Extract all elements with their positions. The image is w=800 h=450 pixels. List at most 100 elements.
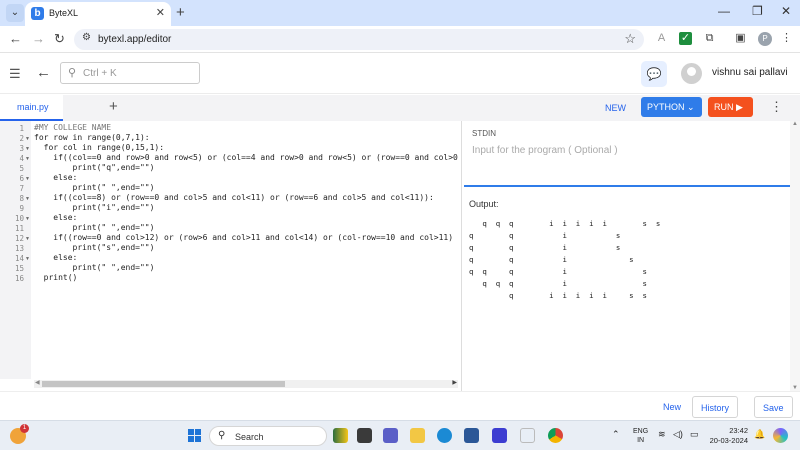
history-button[interactable]: History <box>692 396 739 418</box>
scroll-thumb[interactable] <box>42 381 285 387</box>
code-line: print(" ",end="") <box>34 263 155 272</box>
site-info-icon[interactable]: ⚙ <box>82 32 91 43</box>
fold-arrow-icon[interactable]: ▼ <box>25 216 30 222</box>
taskbar-search-label: Search <box>235 432 264 442</box>
file-explorer-icon[interactable] <box>410 428 425 443</box>
notification-bell-icon[interactable]: 🔔 <box>754 429 765 440</box>
output-line: q q q i s <box>469 279 647 288</box>
fold-arrow-icon[interactable]: ▼ <box>25 176 30 182</box>
copilot-color-icon[interactable] <box>773 428 788 443</box>
code-line: print("q",end="") <box>34 163 155 172</box>
tab-search-button[interactable]: ⌄ <box>6 4 24 22</box>
battery-icon[interactable]: ▭ <box>690 429 699 440</box>
search-icon: ⚲ <box>218 430 226 441</box>
vertical-scrollbar[interactable]: ▲ ▼ <box>790 121 800 391</box>
reload-icon[interactable]: ↻ <box>54 31 65 47</box>
notification-badge: 1 <box>20 424 29 433</box>
restore-icon[interactable]: ❐ <box>752 4 763 18</box>
more-options-icon[interactable]: ⋮ <box>770 99 783 115</box>
address-bar-row: ← → ↻ ⚙ bytexl.app/editor ☆ A ✓ ⧉ ▣ P ⋮ <box>0 26 800 53</box>
extension-green-icon[interactable]: ✓ <box>679 32 692 45</box>
code-line: print(" ",end="") <box>34 223 155 232</box>
browser-tab[interactable]: b ByteXL ✕ <box>25 2 171 26</box>
new-button[interactable]: New <box>663 396 681 418</box>
bookmark-star-icon[interactable]: ☆ <box>624 31 636 47</box>
language-indicator[interactable]: ENG IN <box>633 427 648 445</box>
forward-arrow-icon[interactable]: → <box>32 31 45 46</box>
store-icon[interactable] <box>464 428 479 443</box>
file-tab-main[interactable]: main.py <box>0 95 63 121</box>
windows-start-icon[interactable] <box>188 429 202 443</box>
fold-arrow-icon[interactable]: ▼ <box>25 146 30 152</box>
scroll-up-icon[interactable]: ▲ <box>792 121 798 127</box>
output-line: q q i s <box>469 255 634 264</box>
code-line: if((col==8) or (row==0 and col>5 and col… <box>34 193 434 202</box>
language-select[interactable]: PYTHON ⌄ <box>641 97 702 117</box>
stdin-panel[interactable]: STDIN Input for the program ( Optional ) <box>464 121 790 187</box>
taskbar-search[interactable]: ⚲ Search <box>209 426 327 446</box>
add-file-icon[interactable]: + <box>109 98 118 115</box>
minimize-icon[interactable]: — <box>718 4 730 18</box>
url-text: bytexl.app/editor <box>98 34 172 45</box>
save-button[interactable]: Save <box>754 396 793 418</box>
task-view-icon[interactable] <box>357 428 372 443</box>
copilot-icon[interactable] <box>520 428 535 443</box>
hamburger-menu-icon[interactable]: ☰ <box>9 66 21 82</box>
app-icon[interactable] <box>492 428 507 443</box>
language-label: PYTHON <box>647 102 685 112</box>
output-panel: Output: q q q i i i i i s s q q i s q q i … <box>464 189 790 389</box>
fold-arrow-icon[interactable]: ▼ <box>25 136 30 142</box>
output-line: q q q i i i i i s s <box>469 219 661 228</box>
scroll-left-icon[interactable]: ◀ <box>35 379 40 386</box>
tab-title: ByteXL <box>49 8 79 18</box>
back-icon[interactable]: ← <box>36 64 51 81</box>
chevron-up-icon[interactable]: ⌃ <box>612 429 620 440</box>
line-number: 3 <box>19 144 24 153</box>
teams-icon[interactable] <box>383 428 398 443</box>
chrome-icon[interactable] <box>548 428 563 443</box>
close-window-icon[interactable]: ✕ <box>781 4 791 18</box>
stdin-input[interactable]: Input for the program ( Optional ) <box>472 145 618 156</box>
new-file-button[interactable]: NEW <box>605 103 626 113</box>
code-editor[interactable]: 1 2 ▼ 3 ▼ 4 ▼ 5 6 ▼ 7 8 ▼ 9 10 ▼ 11 12 ▼ 13 14 ▼ 15 16 #MY COLL… <box>0 121 462 391</box>
horizontal-scrollbar[interactable]: ◀ ▶ <box>34 380 458 388</box>
url-bar[interactable]: ⚙ bytexl.app/editor ☆ <box>74 29 644 50</box>
volume-icon[interactable]: ◁) <box>673 429 683 440</box>
side-panel-icon[interactable]: ▣ <box>734 32 747 45</box>
output-line: q i i i i i s s <box>469 291 647 300</box>
code-line: print() <box>34 273 78 282</box>
line-number: 13 <box>14 244 24 253</box>
line-number: 6 <box>19 174 24 183</box>
chat-icon[interactable]: 💬 <box>641 61 667 87</box>
browser-tab-bar: ⌄ b ByteXL ✕ + — ❐ ✕ <box>0 0 800 26</box>
edge-icon[interactable] <box>437 428 452 443</box>
profile-avatar[interactable]: P <box>758 32 772 46</box>
close-tab-icon[interactable]: ✕ <box>156 6 165 19</box>
run-button[interactable]: RUN ▶ <box>708 97 753 117</box>
extensions-puzzle-icon[interactable]: ⧉ <box>703 32 716 45</box>
search-input[interactable]: ⚲ Ctrl + K <box>60 62 200 84</box>
fold-arrow-icon[interactable]: ▼ <box>25 236 30 242</box>
run-label: RUN <box>714 102 734 112</box>
new-tab-icon[interactable]: + <box>176 4 185 21</box>
username[interactable]: vishnu sai pallavi <box>712 67 788 78</box>
wifi-icon[interactable]: ≋ <box>658 429 666 440</box>
back-arrow-icon[interactable]: ← <box>9 31 22 46</box>
line-number: 1 <box>19 124 24 133</box>
line-number: 2 <box>19 134 24 143</box>
line-number: 16 <box>14 274 24 283</box>
extension-a-icon[interactable]: A <box>655 32 668 45</box>
browser-menu-icon[interactable]: ⋮ <box>780 32 793 45</box>
chevron-down-icon: ⌄ <box>687 102 695 112</box>
code-line: for row in range(0,7,1): <box>34 133 150 142</box>
bytexl-favicon-icon: b <box>31 7 44 20</box>
app-header: ☰ ← ⚲ Ctrl + K 💬 vishnu sai pallavi <box>0 54 800 94</box>
fold-arrow-icon[interactable]: ▼ <box>25 196 30 202</box>
code-line: print("i",end="") <box>34 203 155 212</box>
user-avatar[interactable] <box>681 63 702 84</box>
fold-arrow-icon[interactable]: ▼ <box>25 256 30 262</box>
widgets-icon[interactable] <box>333 428 348 443</box>
fold-arrow-icon[interactable]: ▼ <box>25 156 30 162</box>
clock[interactable]: 23:42 20-03-2024 <box>708 426 748 446</box>
scroll-right-icon[interactable]: ▶ <box>452 379 457 386</box>
